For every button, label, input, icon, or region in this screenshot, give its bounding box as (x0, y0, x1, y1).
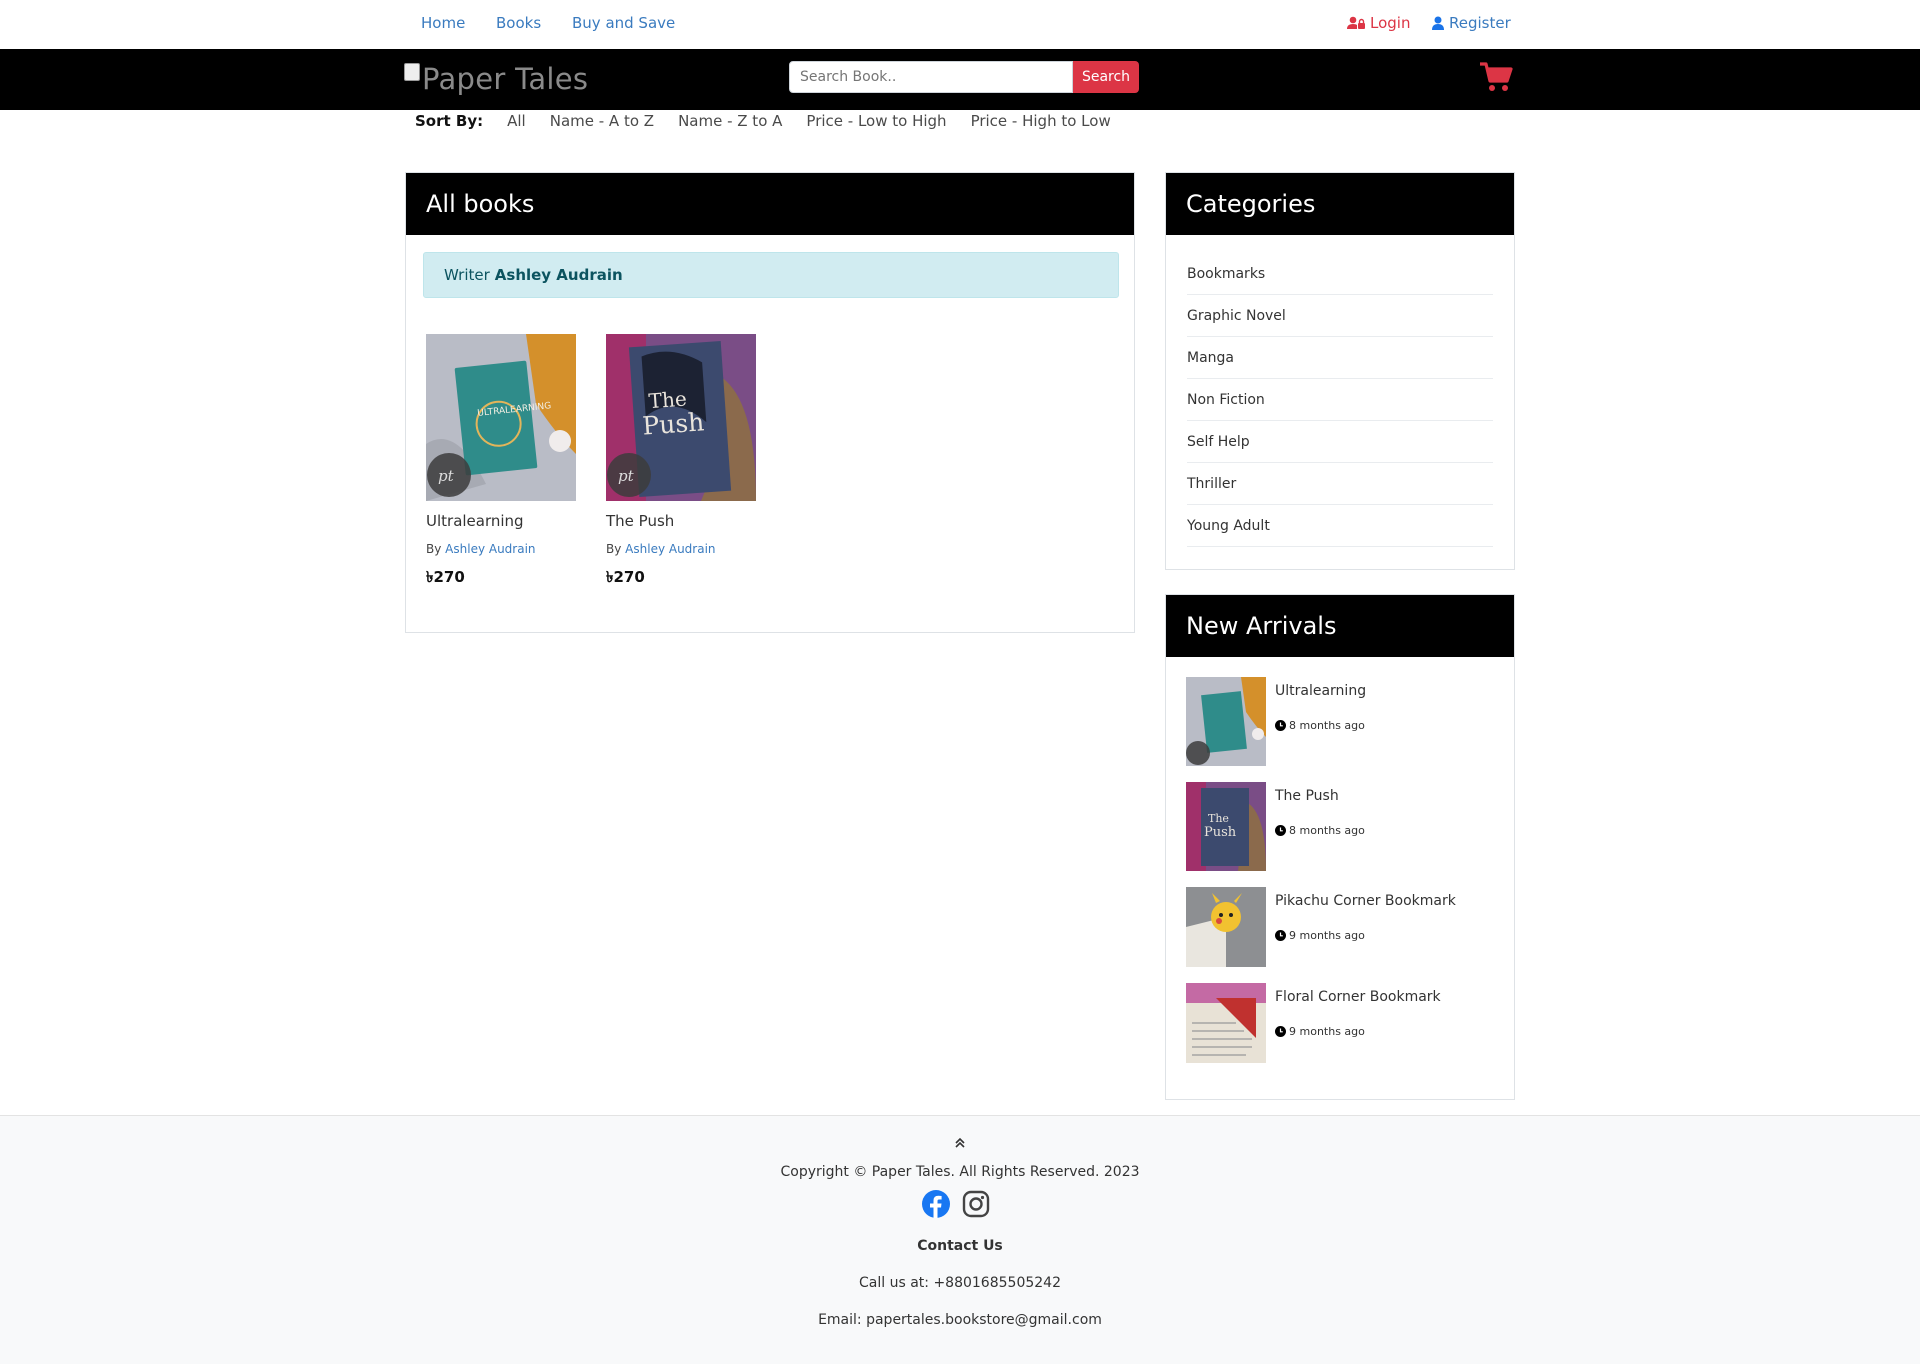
login-link[interactable]: Login (1347, 14, 1410, 32)
writer-prefix: Writer (444, 266, 490, 284)
category-item-thriller[interactable]: Thriller (1187, 463, 1493, 505)
user-icon (1432, 16, 1444, 30)
book-cover-image[interactable]: ULTRALEARNING pt (426, 334, 576, 501)
book-cover-image[interactable]: The Push pt (606, 334, 756, 501)
nav-buy-and-save-link[interactable]: Buy and Save (572, 14, 675, 32)
new-arrivals-title: New Arrivals (1166, 595, 1514, 657)
instagram-icon[interactable] (962, 1190, 990, 1218)
facebook-icon[interactable] (922, 1190, 950, 1218)
writer-alert: Writer Ashley Audrain (423, 252, 1119, 298)
contact-email: Email: papertales.bookstore@gmail.com (818, 1312, 1102, 1328)
category-item-self-help[interactable]: Self Help (1187, 421, 1493, 463)
top-navbar: Home Books Buy and Save Login Register (0, 0, 1920, 49)
book-price: ৳270 (426, 568, 465, 586)
new-arrival-time: 8 months ago (1275, 824, 1365, 837)
new-arrival-time-text: 9 months ago (1289, 929, 1365, 942)
search-button[interactable]: Search (1073, 61, 1139, 93)
category-item-bookmarks[interactable]: Bookmarks (1187, 253, 1493, 295)
clock-icon (1275, 825, 1286, 836)
user-lock-icon (1347, 16, 1365, 29)
new-arrival-time-text: 8 months ago (1289, 719, 1365, 732)
login-label: Login (1370, 14, 1411, 32)
shopping-cart-icon[interactable] (1479, 61, 1513, 93)
all-books-panel: All books Writer Ashley Audrain ULTRALEA… (405, 172, 1135, 633)
new-arrival-title[interactable]: Floral Corner Bookmark (1275, 989, 1441, 1005)
sort-option-price-desc[interactable]: Price - High to Low (971, 112, 1111, 130)
book-card[interactable]: ULTRALEARNING pt Ultralearning By Ashley… (426, 334, 576, 591)
svg-text:Push: Push (641, 407, 705, 440)
sort-option-name-desc[interactable]: Name - Z to A (678, 112, 782, 130)
nav-books-link[interactable]: Books (496, 14, 541, 32)
all-books-title: All books (406, 173, 1134, 235)
categories-panel: Categories Bookmarks Graphic Novel Manga… (1165, 172, 1515, 570)
book-author-line: By Ashley Audrain (426, 542, 576, 556)
book-title[interactable]: The Push (606, 512, 756, 530)
new-arrival-thumbnail[interactable] (1186, 677, 1266, 766)
social-links (922, 1190, 990, 1218)
category-item-manga[interactable]: Manga (1187, 337, 1493, 379)
new-arrival-time: 8 months ago (1275, 719, 1365, 732)
svg-text:pt: pt (618, 467, 635, 485)
sort-option-price-asc[interactable]: Price - Low to High (806, 112, 946, 130)
book-title[interactable]: Ultralearning (426, 512, 576, 530)
new-arrival-time: 9 months ago (1275, 1025, 1365, 1038)
book-by-label: By (426, 542, 442, 556)
site-logo[interactable]: Paper Tales (404, 59, 588, 99)
register-label: Register (1449, 14, 1511, 32)
clock-icon (1275, 930, 1286, 941)
broken-image-icon (404, 63, 420, 81)
svg-text:The: The (1208, 812, 1229, 825)
search-input[interactable] (789, 61, 1073, 93)
svg-text:Push: Push (1204, 825, 1237, 840)
contact-us-heading: Contact Us (917, 1238, 1003, 1254)
sort-option-name-asc[interactable]: Name - A to Z (550, 112, 654, 130)
new-arrival-thumbnail[interactable]: The Push (1186, 782, 1266, 871)
sort-bar: Sort By: All Name - A to Z Name - Z to A… (415, 110, 1135, 132)
register-link[interactable]: Register (1432, 14, 1511, 32)
book-price: ৳270 (606, 568, 645, 586)
category-list: Bookmarks Graphic Novel Manga Non Fictio… (1166, 235, 1514, 547)
new-arrival-thumbnail[interactable] (1186, 887, 1266, 967)
contact-phone: Call us at: +8801685505242 (859, 1275, 1061, 1291)
copyright-text: Copyright © Paper Tales. All Rights Rese… (780, 1164, 1140, 1180)
scroll-to-top-icon[interactable] (954, 1137, 966, 1149)
book-by-label: By (606, 542, 622, 556)
new-arrival-thumbnail[interactable] (1186, 983, 1266, 1063)
new-arrival-time-text: 8 months ago (1289, 824, 1365, 837)
category-item-non-fiction[interactable]: Non Fiction (1187, 379, 1493, 421)
clock-icon (1275, 720, 1286, 731)
new-arrival-title[interactable]: The Push (1275, 788, 1339, 804)
book-author-link[interactable]: Ashley Audrain (445, 542, 535, 556)
categories-title: Categories (1166, 173, 1514, 235)
new-arrival-time: 9 months ago (1275, 929, 1365, 942)
new-arrival-time-text: 9 months ago (1289, 1025, 1365, 1038)
logo-alt-text: Paper Tales (422, 62, 589, 96)
new-arrival-title[interactable]: Ultralearning (1275, 683, 1366, 699)
book-card[interactable]: The Push pt The Push By Ashley Audrain ৳… (606, 334, 756, 591)
clock-icon (1275, 1026, 1286, 1037)
main-header: Paper Tales Search (0, 49, 1920, 110)
svg-text:pt: pt (438, 467, 455, 485)
category-item-young-adult[interactable]: Young Adult (1187, 505, 1493, 547)
new-arrival-title[interactable]: Pikachu Corner Bookmark (1275, 893, 1456, 909)
site-footer: Copyright © Paper Tales. All Rights Rese… (0, 1115, 1920, 1364)
writer-name: Ashley Audrain (494, 266, 623, 284)
new-arrivals-panel: New Arrivals Ultralearning 8 months ago (1165, 594, 1515, 1100)
book-author-line: By Ashley Audrain (606, 542, 756, 556)
nav-home-link[interactable]: Home (421, 14, 465, 32)
book-author-link[interactable]: Ashley Audrain (625, 542, 715, 556)
sort-by-label: Sort By: (415, 112, 484, 130)
category-item-graphic-novel[interactable]: Graphic Novel (1187, 295, 1493, 337)
sort-option-all[interactable]: All (507, 112, 526, 130)
